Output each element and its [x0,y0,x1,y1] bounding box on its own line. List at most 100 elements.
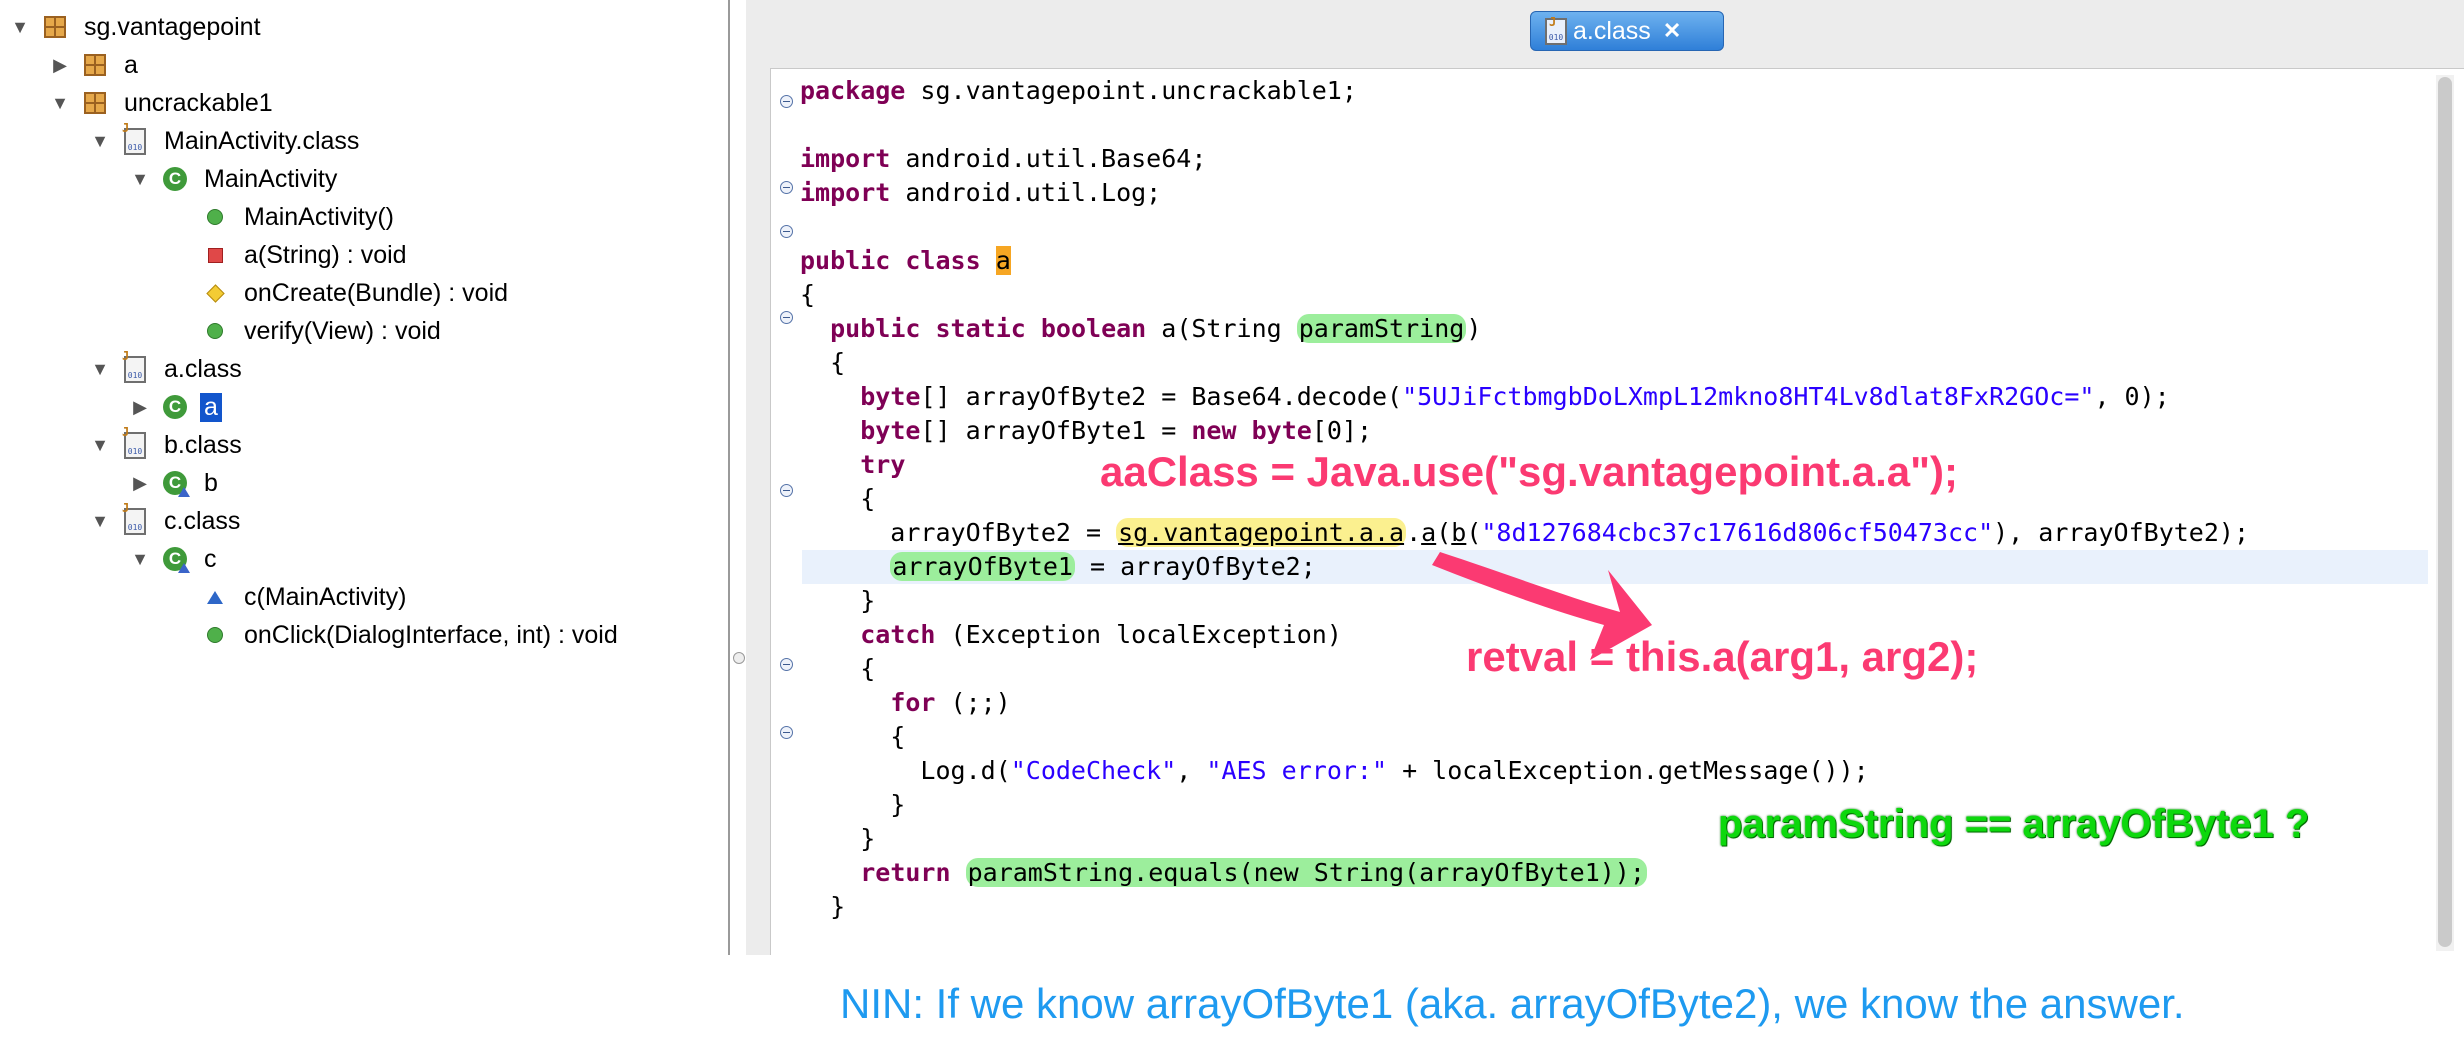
code-line[interactable]: return paramString.equals(new String(arr… [800,856,1647,890]
collapsed-twisty-icon[interactable]: ▶ [46,55,74,76]
expanded-twisty-icon[interactable]: ▼ [126,549,154,570]
tree-item[interactable]: ▶ Ca [126,388,222,426]
expanded-twisty-icon[interactable]: ▼ [86,511,114,532]
code-text: ( [1466,518,1482,547]
code-text: { [800,280,816,309]
code-line[interactable]: public class a [800,244,1011,278]
code-text: ( [1436,518,1452,547]
code-line[interactable]: } [800,788,905,822]
code-text: { [800,484,876,513]
splitter-handle[interactable] [733,652,745,664]
tree-item[interactable]: ▼ 010 b.class [86,426,246,464]
code-line[interactable]: byte[] arrayOfByte2 = Base64.decode("5UJ… [800,380,2170,414]
code-line[interactable]: { [800,720,905,754]
code-line[interactable]: package sg.vantagepoint.uncrackable1; [800,74,1357,108]
tree-item-label: b [204,468,218,497]
fold-toggle-icon[interactable] [780,484,793,497]
code-line[interactable]: { [800,482,875,516]
tree-item[interactable]: ▶ Cb [126,464,222,502]
code-keyword: for [890,688,936,717]
tree-item[interactable]: MainActivity() [166,198,398,236]
annotation-aaclass: aaClass = Java.use("sg.vantagepoint.a.a"… [1100,448,1959,495]
tree-item[interactable]: a(String) : void [166,236,411,274]
tree-item[interactable]: ▼ 010 a.class [86,350,246,388]
code-keyword: package [800,76,906,105]
tree-item[interactable]: ▶ a [46,46,142,84]
code-line[interactable]: arrayOfByte1 = arrayOfByte2; [800,550,1316,584]
public-method-icon [200,202,230,232]
code-line[interactable]: import android.util.Base64; [800,142,1206,176]
collapsed-twisty-icon[interactable]: ▶ [126,397,154,418]
code-keyword: boolean [1040,314,1147,343]
code-text: (Exception localException) [935,620,1342,649]
expanded-twisty-icon[interactable]: ▼ [6,17,34,38]
code-text: { [800,348,846,377]
tree-item-label: c [204,544,217,573]
tree-item[interactable]: ▼ sg.vantagepoint [6,8,265,46]
code-line[interactable]: import android.util.Log; [800,176,1161,210]
code-line[interactable]: } [800,890,845,924]
fold-toggle-icon[interactable] [780,658,793,671]
tree-item[interactable]: ▼ Cc [126,540,221,578]
code-line[interactable]: public static boolean a(String paramStri… [800,312,1481,346]
code-line[interactable]: byte[] arrayOfByte1 = new byte[0]; [800,414,1372,448]
vertical-scrollbar[interactable] [2436,75,2454,951]
code-text: android.util.Base64; [890,144,1207,173]
tree-item-label: a [200,392,222,422]
fold-toggle-icon[interactable] [780,225,793,238]
code-text: , [1176,756,1207,785]
tree-item[interactable]: ▼ 010 MainActivity.class [86,122,363,160]
code-line[interactable]: } [800,822,875,856]
fold-toggle-icon[interactable] [780,726,793,739]
tree-item[interactable]: c(MainActivity) [166,578,411,616]
code-line[interactable]: try [800,448,905,482]
expanded-twisty-icon[interactable]: ▼ [126,169,154,190]
fold-toggle-icon[interactable] [780,181,793,194]
code-line[interactable]: { [800,652,875,686]
code-text: , 0); [2094,382,2170,411]
code-line[interactable]: { [800,346,845,380]
code-keyword: new [1191,416,1237,445]
code-line[interactable]: arrayOfByte2 = sg.vantagepoint.a.a.a(b("… [800,516,2249,550]
tree-item[interactable]: onClick(DialogInterface, int) : void [166,616,622,654]
code-text: sg.vantagepoint.uncrackable1; [905,76,1357,105]
tree-item[interactable]: verify(View) : void [166,312,445,350]
expanded-twisty-icon[interactable]: ▼ [86,131,114,152]
package-icon [80,50,110,80]
class-file-icon: 010 [120,354,150,384]
code-keyword: class [905,246,981,275]
tree-item[interactable]: onCreate(Bundle) : void [166,274,512,312]
package-explorer-tree[interactable]: ▼sg.vantagepoint▶a▼uncrackable1▼010MainA… [0,0,730,955]
tab-a-class[interactable]: 010 a.class ✕ [1530,11,1724,51]
code-yellow-highlight: sg.vantagepoint.a.a [1116,518,1407,547]
code-line[interactable]: { [800,278,815,312]
expanded-twisty-icon[interactable]: ▼ [46,93,74,114]
package-icon [40,12,70,42]
expanded-twisty-icon[interactable]: ▼ [86,359,114,380]
expanded-twisty-icon[interactable]: ▼ [86,435,114,456]
fold-toggle-icon[interactable] [780,95,793,108]
close-icon[interactable]: ✕ [1663,18,1681,44]
tree-item[interactable]: ▼ 010 c.class [86,502,244,540]
code-line[interactable]: for (;;) [800,686,1010,720]
tree-item-label: MainActivity.class [164,126,360,155]
collapsed-twisty-icon[interactable]: ▶ [126,473,154,494]
tree-item-label: uncrackable1 [124,88,273,117]
fold-toggle-icon[interactable] [780,311,793,324]
code-line[interactable]: } [800,584,875,618]
code-orange-highlight: a [995,246,1011,275]
tree-item[interactable]: ▼ uncrackable1 [46,84,277,122]
scrollbar-thumb[interactable] [2438,77,2452,947]
tree-item[interactable]: ▼ C MainActivity [126,160,341,198]
code-text: [0]; [1311,416,1373,445]
code-text: [] arrayOfByte2 = Base64.decode( [920,382,1403,411]
code-line[interactable]: catch (Exception localException) [800,618,1342,652]
code-line[interactable]: Log.d("CodeCheck", "AES error:" + localE… [800,754,1868,788]
code-string: "5UJiFctbmgbDoLXmpL12mkno8HT4Lv8dlat8FxR… [1402,382,2095,411]
